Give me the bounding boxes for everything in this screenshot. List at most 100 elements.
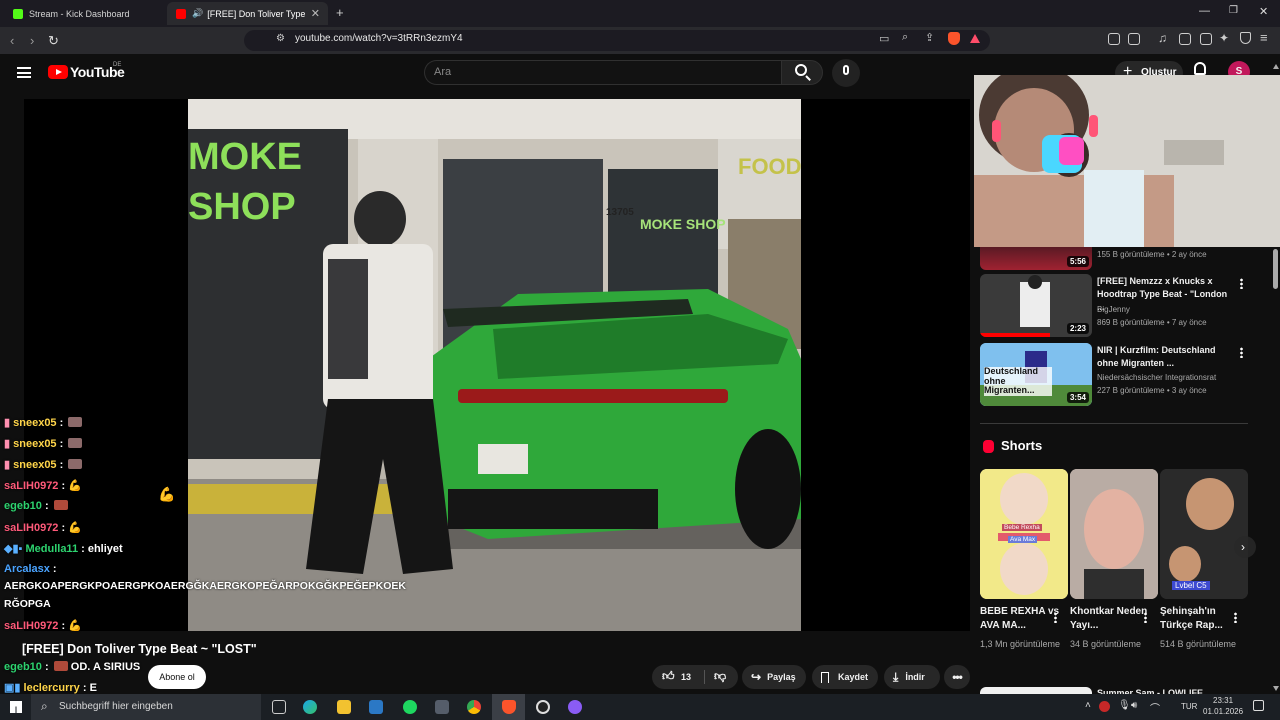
scrollbar-thumb[interactable] bbox=[1273, 249, 1278, 289]
share-button[interactable]: ↪ Paylaş bbox=[742, 665, 806, 689]
new-tab-button[interactable]: + bbox=[336, 5, 344, 20]
short-thumbnail[interactable]: Bebe Rexha Ava Max bbox=[980, 469, 1068, 599]
brave-rewards-icon[interactable] bbox=[970, 34, 980, 43]
short-title[interactable]: Şehinşah'ın Türkçe Rap... bbox=[1160, 605, 1244, 633]
duration-badge: 3:54 bbox=[1066, 392, 1089, 403]
short-thumbnail[interactable] bbox=[1070, 469, 1158, 599]
save-button[interactable]: Kaydet bbox=[812, 665, 878, 689]
clock-date[interactable]: 01.01.2026 bbox=[1203, 707, 1243, 716]
notification-center-icon[interactable] bbox=[1253, 700, 1264, 711]
chat-username[interactable]: saLIH0972 bbox=[4, 522, 58, 534]
extensions-icon[interactable] bbox=[1108, 33, 1120, 45]
chat-username[interactable]: saLIH0972 bbox=[4, 480, 58, 492]
short-title[interactable]: BEBE REXHA vs AVA MA... bbox=[980, 605, 1064, 633]
discord-icon[interactable] bbox=[568, 700, 582, 714]
browser-menu-icon[interactable]: ≡ bbox=[1260, 30, 1268, 45]
dislike-button[interactable]: 👎︎ bbox=[706, 665, 738, 689]
more-options-icon[interactable] bbox=[1054, 612, 1057, 623]
brave-shield-icon[interactable] bbox=[948, 32, 960, 45]
minimize-icon[interactable]: — bbox=[1199, 5, 1210, 17]
more-options-icon[interactable] bbox=[1240, 347, 1243, 358]
like-button[interactable]: 👍︎ 13 bbox=[652, 665, 702, 689]
share-page-icon[interactable]: ⇪ bbox=[925, 31, 934, 44]
short-thumbnail-image bbox=[1070, 469, 1158, 599]
recommendation-channel[interactable]: Niedersächsischer Integrationsrat bbox=[1097, 373, 1216, 382]
recommendation-thumbnail[interactable]: 2:23 bbox=[980, 274, 1092, 337]
close-window-icon[interactable]: ✕ bbox=[1259, 5, 1268, 18]
share-icon: ↪ bbox=[751, 670, 762, 684]
chat-username[interactable]: leclercurry bbox=[24, 682, 80, 694]
restore-icon[interactable]: ❐ bbox=[1229, 5, 1238, 16]
spotify-icon[interactable] bbox=[403, 700, 417, 714]
file-explorer-icon[interactable] bbox=[337, 700, 351, 714]
chat-message: ▮ sneex05 : bbox=[4, 437, 83, 450]
chat-username[interactable]: Medulla11 bbox=[25, 543, 78, 555]
windows-start-icon[interactable] bbox=[10, 701, 22, 713]
microphone-icon bbox=[843, 65, 849, 75]
more-actions-button[interactable]: ••• bbox=[944, 665, 970, 689]
mail-app-icon[interactable] bbox=[369, 700, 383, 714]
screenshot-icon[interactable] bbox=[1128, 33, 1140, 45]
more-horizontal-icon: ••• bbox=[952, 670, 963, 684]
url-text[interactable]: youtube.com/watch?v=3tRRn3ezmY4 bbox=[295, 33, 463, 44]
calculator-icon[interactable] bbox=[435, 700, 449, 714]
scroll-down-icon[interactable] bbox=[1273, 686, 1279, 691]
hamburger-menu-icon[interactable] bbox=[17, 67, 31, 78]
recommendation-thumbnail[interactable]: Deutschland ohne Migranten... 3:54 bbox=[980, 343, 1092, 406]
brave-browser-icon[interactable] bbox=[502, 700, 516, 714]
recommendation-title[interactable]: NIR | Kurzfilm: Deutschland ohne Migrant… bbox=[1097, 344, 1237, 370]
subscribe-button[interactable]: Abone ol bbox=[148, 665, 206, 689]
search-input[interactable] bbox=[424, 60, 782, 85]
back-icon[interactable]: ‹ bbox=[10, 33, 14, 48]
ai-assistant-icon[interactable]: ✦ bbox=[1219, 31, 1229, 45]
forward-icon[interactable]: › bbox=[30, 33, 34, 48]
more-options-icon[interactable] bbox=[1240, 278, 1243, 289]
tab-kick-dashboard[interactable]: Stream - Kick Dashboard bbox=[4, 2, 164, 25]
reload-icon[interactable]: ↻ bbox=[48, 33, 59, 49]
edge-browser-icon[interactable] bbox=[303, 700, 317, 714]
tab-youtube-video[interactable]: 🔊 [FREE] Don Toliver Type Beat ✕ bbox=[167, 2, 328, 25]
tray-app-icon[interactable] bbox=[1099, 701, 1110, 712]
recommendation-thumbnail[interactable]: 5:56 bbox=[980, 247, 1092, 270]
vpn-icon[interactable] bbox=[1240, 32, 1251, 44]
input-language[interactable]: TUR bbox=[1181, 702, 1197, 711]
volume-icon[interactable]: 🔊︎ bbox=[1131, 700, 1137, 711]
chat-username[interactable]: saLIH0972 bbox=[4, 620, 58, 632]
video-frame[interactable]: MOKE SHOP MOKE SHOP 13705 FOOD bbox=[188, 99, 801, 631]
media-icon[interactable]: ♫ bbox=[1158, 31, 1167, 45]
short-thumbnail[interactable]: Lvbel C5 bbox=[1160, 469, 1248, 599]
scroll-up-icon[interactable] bbox=[1273, 64, 1279, 69]
clock-time[interactable]: 23:31 bbox=[1213, 696, 1233, 705]
cast-icon[interactable]: ▭ bbox=[879, 32, 889, 45]
duration-badge: 5:56 bbox=[1066, 256, 1089, 267]
site-info-icon[interactable]: ⚙︎ bbox=[276, 33, 285, 44]
shorts-next-button[interactable]: › bbox=[1234, 536, 1256, 558]
chat-username[interactable]: egeb10 bbox=[4, 500, 42, 512]
chat-username[interactable]: Arcalasx bbox=[4, 563, 50, 575]
more-options-icon[interactable] bbox=[1234, 612, 1237, 623]
youtube-logo-icon[interactable] bbox=[48, 65, 68, 79]
chat-username[interactable]: sneex05 bbox=[13, 438, 56, 450]
system-tray-expand-icon[interactable]: ˄ bbox=[1085, 700, 1091, 711]
taskbar-search-icon: ⌕ bbox=[41, 699, 48, 713]
more-options-icon[interactable] bbox=[1144, 612, 1147, 623]
notifications-bell-icon[interactable] bbox=[1194, 62, 1206, 75]
task-view-icon[interactable] bbox=[272, 700, 286, 714]
obs-icon[interactable] bbox=[536, 700, 550, 714]
network-icon[interactable]: ⌒ bbox=[1150, 700, 1160, 715]
wallet-icon[interactable] bbox=[1200, 33, 1212, 45]
recommendation-channel[interactable]: BigJenny bbox=[1097, 305, 1130, 314]
chat-username[interactable]: egeb10 bbox=[4, 661, 42, 673]
download-button[interactable]: ⤓ İndir bbox=[884, 665, 940, 689]
taskbar-search-input[interactable]: ⌕ Suchbegriff hier eingeben bbox=[31, 694, 261, 720]
close-tab-icon[interactable]: ✕ bbox=[311, 7, 320, 20]
next-recommendation-title[interactable]: Summer Sam - LOWLIFE bbox=[1097, 687, 1203, 694]
chat-username[interactable]: sneex05 bbox=[13, 417, 56, 429]
sidebar-icon[interactable] bbox=[1179, 33, 1191, 45]
next-recommendation-thumbnail[interactable] bbox=[980, 687, 1092, 694]
short-title[interactable]: Khontkar Neden Yayı... bbox=[1070, 605, 1154, 633]
chat-username[interactable]: sneex05 bbox=[13, 459, 56, 471]
chrome-icon[interactable] bbox=[467, 700, 481, 714]
zoom-icon[interactable]: ⌕ bbox=[902, 31, 908, 44]
microphone-tray-icon[interactable]: 🎙︎ bbox=[1118, 700, 1131, 711]
